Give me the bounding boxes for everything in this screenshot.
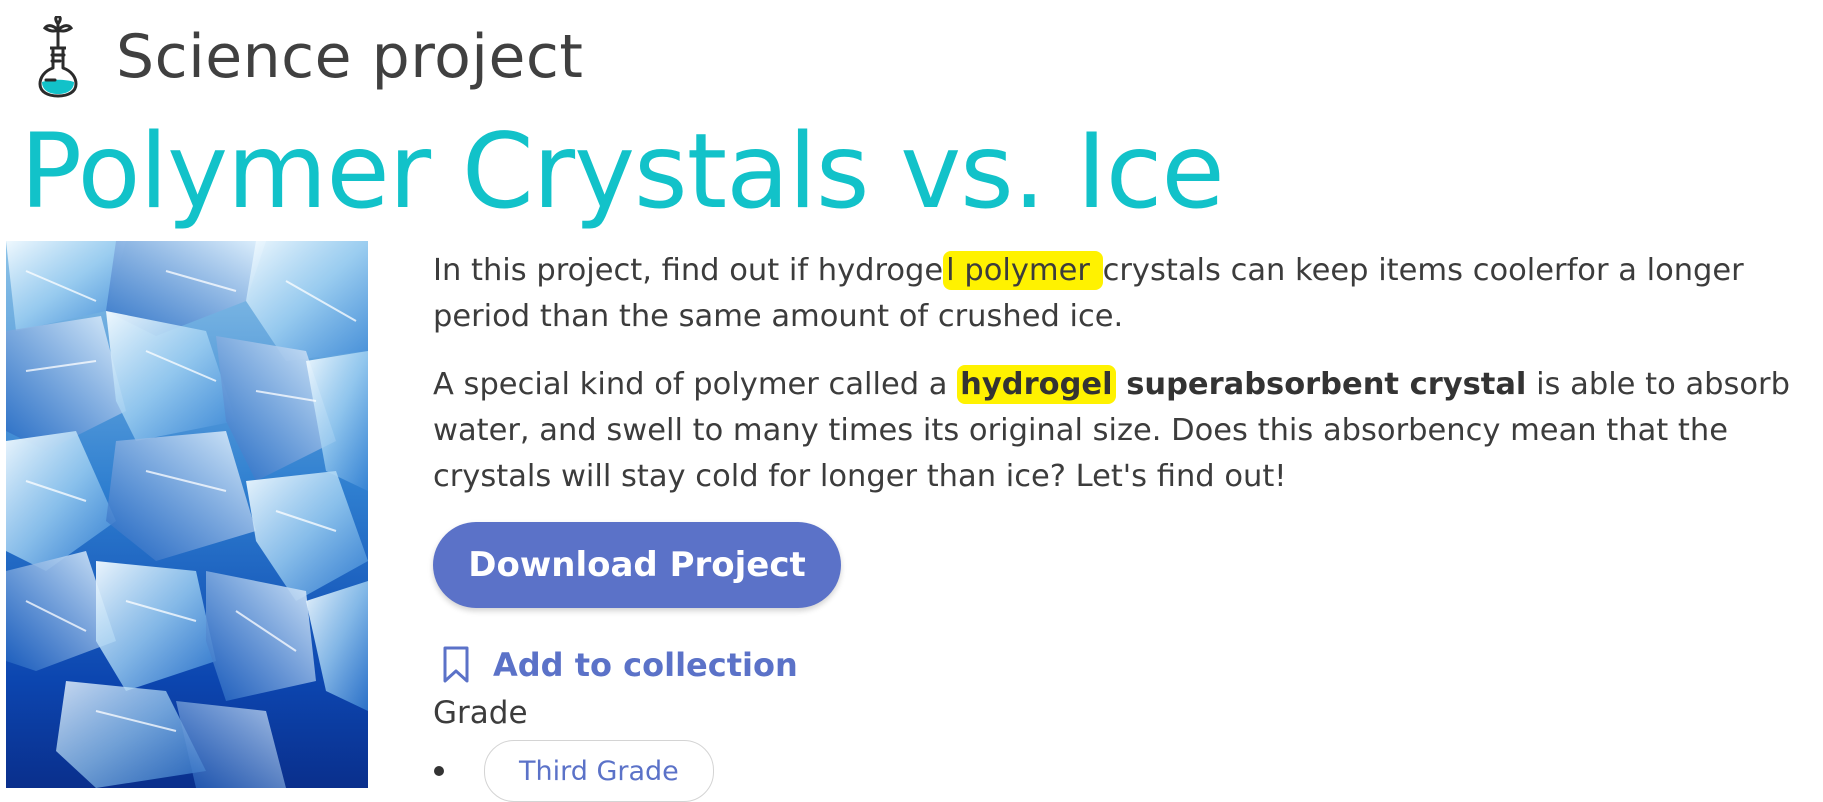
bold-keyword: superabsorbent crystal	[1115, 367, 1527, 402]
download-project-button[interactable]: Download Project	[433, 522, 841, 608]
page-title: Polymer Crystals vs. Ice	[20, 112, 1225, 232]
flask-plant-icon	[38, 16, 78, 98]
resource-type-label: Science project	[116, 22, 584, 92]
bookmark-icon	[443, 646, 469, 683]
ice-crystals-image	[6, 241, 368, 788]
resource-type: Science project	[36, 16, 583, 98]
grade-label: Grade	[433, 695, 528, 731]
list-bullet	[434, 766, 444, 776]
grade-chip-third-grade[interactable]: Third Grade	[484, 740, 714, 802]
grade-list: Third Grade	[433, 740, 714, 802]
highlighted-text: l polymer	[943, 251, 1103, 290]
add-to-collection-link[interactable]: Add to collection	[441, 646, 798, 684]
summary-text: In this project, find out if hydroge	[433, 253, 944, 288]
summary-paragraph: In this project, find out if hydrogel po…	[433, 248, 1818, 340]
detail-paragraph: A special kind of polymer called a hydro…	[433, 362, 1818, 500]
detail-text: A special kind of polymer called a	[433, 367, 958, 402]
highlighted-keyword: hydrogel	[957, 365, 1116, 404]
add-to-collection-label: Add to collection	[493, 646, 798, 684]
project-description: In this project, find out if hydrogel po…	[433, 248, 1818, 500]
